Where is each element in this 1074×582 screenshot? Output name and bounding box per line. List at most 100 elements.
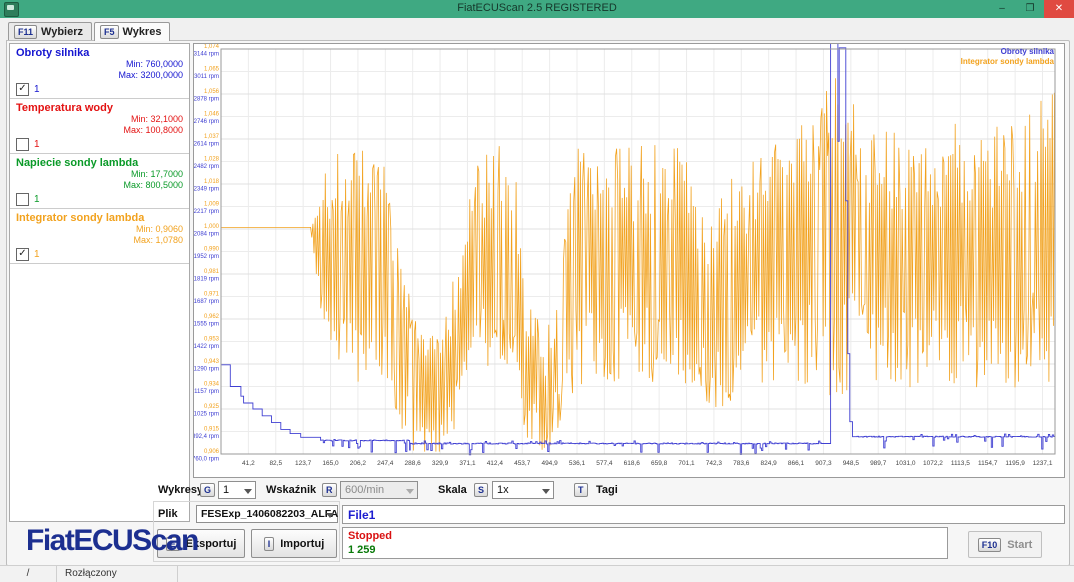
y-tick-integrator: 1,028 xyxy=(204,157,220,163)
x-tick-label: 371,1 xyxy=(459,460,476,467)
wskaznik-dropdown-value: 600/min xyxy=(345,484,384,496)
x-tick-label: 618,6 xyxy=(624,460,641,467)
tab-wykres-label: Wykres xyxy=(123,26,162,38)
x-tick-label: 742,3 xyxy=(706,460,723,467)
file-name-field[interactable]: File1 xyxy=(342,505,1065,524)
y-tick-integrator: 1,074 xyxy=(204,44,220,50)
y-tick-integrator: 1,056 xyxy=(204,89,220,95)
signal-checkbox[interactable]: ✓ xyxy=(16,248,29,261)
y-tick-rpm: 1290 rpm xyxy=(194,367,219,373)
y-tick-rpm: 2614 rpm xyxy=(194,142,219,148)
skala-key-button[interactable]: S xyxy=(474,483,488,497)
signal-channel: 1 xyxy=(34,139,40,150)
signal-sidebar: Obroty silnikaMin: 760,0000Max: 3200,000… xyxy=(9,43,190,522)
x-tick-label: 783,6 xyxy=(733,460,750,467)
y-tick-integrator: 1,065 xyxy=(204,67,220,73)
x-tick-label: 659,8 xyxy=(651,460,668,467)
chevron-down-icon xyxy=(406,489,414,494)
chart-plot[interactable]: 41,282,5123,7165,0206,2247,4288,6329,937… xyxy=(194,44,1062,475)
restore-button[interactable]: ❐ xyxy=(1016,0,1044,18)
signal-max: Max: 100,8000 xyxy=(16,125,183,136)
importuj-button[interactable]: I Importuj xyxy=(251,529,337,558)
signal-checkbox[interactable]: ✓ xyxy=(16,83,29,96)
y-tick-integrator: 0,962 xyxy=(204,314,220,320)
tagi-label: Tagi xyxy=(596,484,618,496)
y-tick-integrator: 1,000 xyxy=(204,224,220,230)
x-tick-label: 907,3 xyxy=(815,460,832,467)
x-tick-label: 1072,2 xyxy=(923,460,943,467)
wykresy-dropdown[interactable]: 1 xyxy=(218,481,256,499)
tab-wykres[interactable]: F5 Wykres xyxy=(94,22,170,41)
wykresy-key-button[interactable]: G xyxy=(200,483,215,497)
signal-channel: 1 xyxy=(34,84,40,95)
plik-dropdown[interactable]: FESExp_1406082203_ALFA xyxy=(196,505,338,523)
fiatecuscan-logo: FiatECUScan xyxy=(26,524,198,558)
signal-entry: Obroty silnikaMin: 760,0000Max: 3200,000… xyxy=(10,44,189,99)
close-button[interactable]: ✕ xyxy=(1044,0,1074,18)
wskaznik-dropdown[interactable]: 600/min xyxy=(340,481,418,499)
tagi-key-button[interactable]: T xyxy=(574,483,588,497)
start-key: F10 xyxy=(978,538,1002,552)
skala-dropdown[interactable]: 1x xyxy=(492,481,554,499)
title-bar: FiatECUScan 2.5 REGISTERED – ❐ ✕ xyxy=(0,0,1074,18)
y-tick-integrator: 1,018 xyxy=(204,179,220,185)
signal-entry: Integrator sondy lambdaMin: 0,9060Max: 1… xyxy=(10,209,189,264)
status-text: Stopped xyxy=(348,529,942,543)
signal-min: Min: 32,1000 xyxy=(16,114,183,125)
y-tick-integrator: 0,953 xyxy=(204,337,220,343)
y-tick-rpm: 2878 rpm xyxy=(194,97,219,103)
signal-checkbox[interactable] xyxy=(16,193,29,206)
chevron-down-icon xyxy=(542,489,550,494)
importuj-label: Importuj xyxy=(280,538,324,550)
y-tick-rpm: 1025 rpm xyxy=(194,412,219,418)
importuj-key: I xyxy=(264,537,275,551)
signal-channel: 1 xyxy=(34,194,40,205)
legend-item: Obroty silnika xyxy=(961,47,1054,57)
y-tick-integrator: 0,981 xyxy=(204,269,220,275)
skala-label: Skala xyxy=(438,484,467,496)
signal-entry: Temperatura wodyMin: 32,1000Max: 100,800… xyxy=(10,99,189,154)
tab-wybierz[interactable]: F11 Wybierz xyxy=(8,22,92,41)
wskaznik-key-button[interactable]: R xyxy=(322,483,337,497)
x-tick-label: 536,1 xyxy=(569,460,586,467)
minimize-button[interactable]: – xyxy=(988,0,1016,18)
y-tick-integrator: 1,037 xyxy=(204,134,220,140)
skala-dropdown-value: 1x xyxy=(497,484,509,496)
y-tick-integrator: 0,906 xyxy=(204,449,220,455)
signal-name: Napiecie sondy lambda xyxy=(16,157,183,169)
signal-minmax: Min: 17,7000Max: 800,5000 xyxy=(16,169,183,191)
x-tick-label: 577,4 xyxy=(596,460,613,467)
x-tick-label: 329,9 xyxy=(432,460,449,467)
y-tick-rpm: 1555 rpm xyxy=(194,322,219,328)
signal-min: Min: 760,0000 xyxy=(16,59,183,70)
x-tick-label: 82,5 xyxy=(269,460,282,467)
signal-name: Temperatura wody xyxy=(16,102,183,114)
x-tick-label: 989,7 xyxy=(870,460,887,467)
x-tick-label: 1237,1 xyxy=(1033,460,1053,467)
y-tick-rpm: 1819 rpm xyxy=(194,277,219,283)
x-tick-label: 453,7 xyxy=(514,460,531,467)
x-tick-label: 1113,5 xyxy=(951,460,970,467)
signal-minmax: Min: 0,9060Max: 1,0780 xyxy=(16,224,183,246)
chart-legend: Obroty silnikaIntegrator sondy lambda xyxy=(961,47,1054,67)
signal-max: Max: 1,0780 xyxy=(16,235,183,246)
x-tick-label: 165,0 xyxy=(322,460,339,467)
y-tick-rpm: 3011 rpm xyxy=(194,74,219,80)
signal-entry: Napiecie sondy lambdaMin: 17,7000Max: 80… xyxy=(10,154,189,209)
signal-max: Max: 800,5000 xyxy=(16,180,183,191)
window-title: FiatECUScan 2.5 REGISTERED xyxy=(0,2,1074,14)
chart-area[interactable]: Obroty silnikaIntegrator sondy lambda 41… xyxy=(193,43,1065,478)
signal-checkbox[interactable] xyxy=(16,138,29,151)
app-window: FiatECUScan 2.5 REGISTERED – ❐ ✕ F11 Wyb… xyxy=(0,0,1074,582)
chevron-down-icon xyxy=(244,489,252,494)
wykresy-dropdown-value: 1 xyxy=(223,484,229,496)
x-tick-label: 1154,7 xyxy=(978,460,998,467)
x-tick-label: 247,4 xyxy=(377,460,394,467)
signal-minmax: Min: 32,1000Max: 100,8000 xyxy=(16,114,183,136)
y-tick-rpm: 2349 rpm xyxy=(194,187,219,193)
tab-bar: F11 Wybierz F5 Wykres xyxy=(8,22,170,41)
x-tick-label: 412,4 xyxy=(487,460,504,467)
start-button[interactable]: F10 Start xyxy=(968,531,1042,558)
x-tick-label: 494,9 xyxy=(541,460,558,467)
tab-wybierz-key: F11 xyxy=(14,25,37,39)
